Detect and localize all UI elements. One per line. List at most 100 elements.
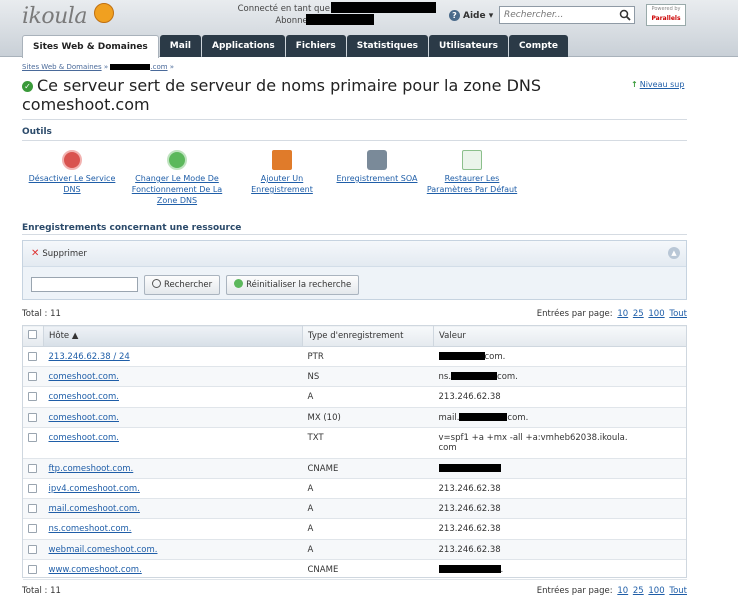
redacted-value [451, 372, 498, 381]
tab-statistiques[interactable]: Statistiques [346, 35, 429, 57]
record-type: CNAME [302, 559, 434, 580]
col-host-label: Hôte [49, 331, 70, 341]
page-title-text: Ce serveur sert de serveur de noms prima… [22, 76, 542, 114]
col-value[interactable]: Valeur [433, 325, 687, 347]
record-value-text: mail. [438, 412, 460, 423]
col-host[interactable]: Hôte ▲ [43, 325, 303, 347]
host-link[interactable]: www.comeshoot.com. [43, 559, 303, 580]
table-row[interactable]: comeshoot.com. TXT v=spf1 +a +mx -all +a:v… [22, 427, 687, 459]
delete-icon: ✕ [31, 248, 40, 259]
tool-soa-label: Enregistrement SOA [336, 174, 418, 183]
row-checkbox[interactable] [27, 483, 37, 493]
record-value-text: v=spf1 +a +mx -all +a:vmheb62038.ikoula. [438, 432, 628, 443]
row-checkbox[interactable] [27, 544, 37, 554]
row-select-cell [22, 407, 44, 428]
search-button[interactable]: Rechercher [144, 275, 221, 295]
tools-heading: Outils [22, 127, 52, 137]
delete-label: Supprimer [42, 249, 87, 259]
record-value-text: 213.246.62.38 [438, 483, 501, 494]
col-type[interactable]: Type d'enregistrement [302, 325, 434, 347]
collapse-icon[interactable]: ▲ [668, 247, 680, 259]
records-divider [22, 234, 687, 235]
per-page-10-bottom[interactable]: 10 [617, 586, 628, 596]
breadcrumb-sep-2: » [169, 63, 175, 71]
records-search-input[interactable] [31, 277, 138, 292]
logo-mark-icon [94, 3, 114, 23]
row-checkbox[interactable] [27, 564, 37, 574]
per-page-all[interactable]: Tout [669, 309, 687, 319]
parallels-brand: Parallels [651, 15, 681, 22]
table-row[interactable]: ipv4.comeshoot.com. A 213.246.62.38 [22, 478, 687, 500]
host-link[interactable]: comeshoot.com. [43, 386, 303, 408]
tab-applications[interactable]: Applications [202, 35, 285, 57]
delete-button[interactable]: ✕ Supprimer [31, 248, 87, 259]
table-row[interactable]: comeshoot.com. NS ns. com. [22, 366, 687, 388]
records-heading: Enregistrements concernant une ressource [22, 223, 242, 233]
tool-restore-defaults[interactable]: Restaurer Les Paramètres Par Défaut [422, 150, 522, 195]
row-select-cell [22, 346, 44, 368]
breadcrumb-root[interactable]: Sites Web & Domaines [22, 63, 102, 71]
tab-utilisateurs[interactable]: Utilisateurs [429, 35, 508, 57]
per-page-25-bottom[interactable]: 25 [633, 586, 644, 596]
tab-mail[interactable]: Mail [159, 35, 201, 57]
check-icon: ✓ [22, 81, 33, 92]
table-row[interactable]: comeshoot.com. MX (10) mail. com. [22, 407, 687, 428]
tab-sites-web[interactable]: Sites Web & Domaines [22, 35, 159, 58]
row-checkbox[interactable] [27, 463, 37, 473]
breadcrumb-domain[interactable]: .com [150, 63, 167, 71]
table-row[interactable]: comeshoot.com. A 213.246.62.38 [22, 386, 687, 408]
record-value-suffix: com. [507, 412, 529, 423]
row-checkbox[interactable] [27, 412, 37, 422]
parallels-badge[interactable]: Powered by Parallels [646, 4, 686, 26]
host-link[interactable]: comeshoot.com. [43, 366, 303, 388]
host-link[interactable]: 213.246.62.38 / 24 [43, 346, 303, 368]
per-page-all-bottom[interactable]: Tout [669, 586, 687, 596]
search-icon[interactable] [619, 9, 631, 21]
per-page-100[interactable]: 100 [648, 309, 664, 319]
row-checkbox[interactable] [27, 524, 37, 534]
redacted-value [438, 463, 501, 472]
host-link[interactable]: mail.comeshoot.com. [43, 498, 303, 520]
row-checkbox[interactable] [27, 392, 37, 402]
host-link[interactable]: ns.comeshoot.com. [43, 518, 303, 540]
refresh-icon [167, 150, 187, 170]
magnifier-icon [152, 279, 161, 288]
select-all-checkbox[interactable] [28, 330, 37, 339]
record-value: 213.246.62.38 [433, 539, 687, 560]
tab-compte[interactable]: Compte [508, 35, 568, 57]
per-page-10[interactable]: 10 [617, 309, 628, 319]
global-search-input[interactable] [500, 7, 610, 23]
host-link[interactable]: comeshoot.com. [43, 427, 303, 459]
row-checkbox[interactable] [27, 372, 37, 382]
per-page-bottom: Entrées par page: 10 25 100 Tout [537, 586, 687, 596]
host-link[interactable]: comeshoot.com. [43, 407, 303, 428]
table-row[interactable]: 213.246.62.38 / 24 PTR com. [22, 346, 687, 368]
record-value-text: 213.246.62.38 [438, 392, 501, 403]
record-value: com. [433, 346, 687, 368]
table-row[interactable]: webmail.comeshoot.com. A 213.246.62.38 [22, 539, 687, 560]
row-checkbox[interactable] [27, 432, 37, 442]
host-link[interactable]: ipv4.comeshoot.com. [43, 478, 303, 500]
tab-fichiers[interactable]: Fichiers [285, 35, 346, 57]
help-menu[interactable]: ? Aide ▾ [449, 10, 493, 21]
host-link[interactable]: webmail.comeshoot.com. [43, 539, 303, 560]
record-value: ns. com. [433, 366, 687, 388]
row-checkbox[interactable] [27, 504, 37, 514]
per-page-25[interactable]: 25 [633, 309, 644, 319]
total-count-top: Total : 11 [22, 309, 61, 319]
tool-add-record[interactable]: Ajouter Un Enregistrement [244, 150, 320, 195]
table-row[interactable]: ftp.comeshoot.com. CNAME [22, 458, 687, 479]
tool-disable-dns[interactable]: Désactiver Le Service DNS [26, 150, 118, 195]
table-row[interactable]: ns.comeshoot.com. A 213.246.62.38 [22, 518, 687, 540]
reset-search-button[interactable]: Réinitialiser la recherche [226, 275, 360, 295]
table-row[interactable]: www.comeshoot.com. CNAME. [22, 559, 687, 580]
table-row[interactable]: mail.comeshoot.com. A 213.246.62.38 [22, 498, 687, 520]
host-link[interactable]: ftp.comeshoot.com. [43, 458, 303, 479]
per-page-100-bottom[interactable]: 100 [648, 586, 664, 596]
tool-soa[interactable]: Enregistrement SOA [332, 150, 422, 184]
tool-change-mode[interactable]: Changer Le Mode De Fonctionnement De La … [127, 150, 227, 206]
tool-disable-dns-label: Désactiver Le Service DNS [28, 174, 116, 194]
up-level-link[interactable]: ↑ Niveau sup [631, 80, 684, 89]
row-checkbox[interactable] [27, 352, 37, 361]
ikoula-logo[interactable]: ikoula [22, 4, 87, 29]
